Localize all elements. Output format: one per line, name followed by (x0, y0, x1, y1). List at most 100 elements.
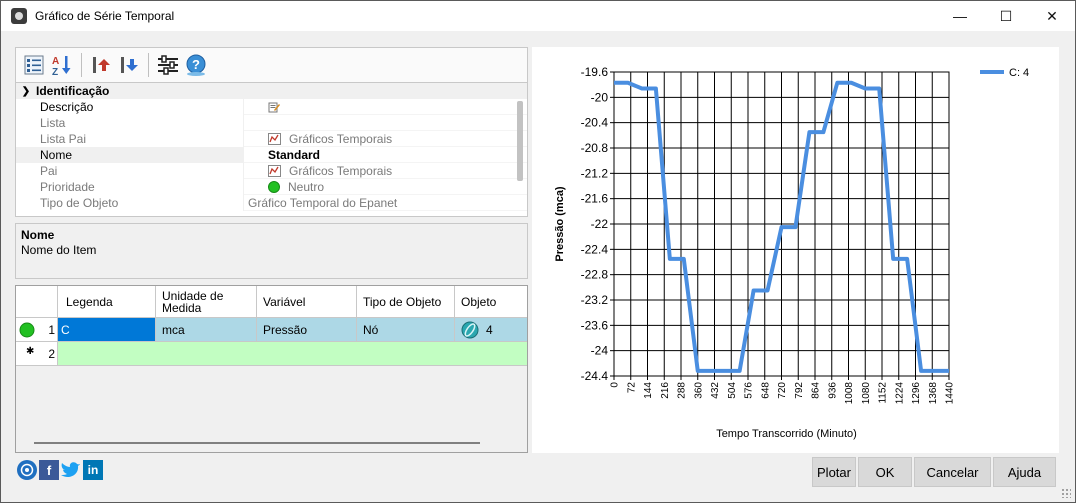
linkedin-icon[interactable]: in (83, 460, 103, 480)
x-tick-label: 504 (727, 382, 738, 399)
facebook-icon[interactable]: f (39, 460, 59, 480)
x-axis-label: Tempo Transcorrido (Minuto) (716, 428, 857, 440)
x-tick-label: 1008 (844, 382, 855, 405)
cell-unidade[interactable] (156, 342, 257, 365)
object-id: 4 (486, 322, 493, 337)
property-grid: ❯ Identificação Descrição Lista Lista Pa… (15, 83, 528, 217)
category-label: Identificação (36, 84, 110, 98)
edit-document-icon[interactable] (268, 101, 280, 113)
property-row-descricao[interactable]: Descrição (16, 99, 527, 115)
x-tick-label: 1368 (928, 382, 939, 405)
toolbar-separator (148, 53, 149, 77)
x-tick-label: 1152 (878, 382, 889, 404)
property-value[interactable]: Neutro (244, 179, 527, 195)
chevron-down-icon[interactable]: ❯ (16, 86, 36, 97)
cell-legenda[interactable] (58, 342, 156, 365)
close-button[interactable]: ✕ (1029, 1, 1075, 31)
cell-tipo-objeto[interactable]: Nó (357, 318, 455, 341)
property-value[interactable]: Standard (244, 147, 527, 163)
header-tipo-objeto[interactable]: Tipo de Objeto (357, 286, 455, 317)
y-axis-label: Pressão (mca) (554, 186, 566, 262)
row-header[interactable]: 1 (16, 318, 58, 341)
x-tick-label: 432 (710, 382, 721, 399)
website-icon[interactable] (17, 460, 37, 480)
minimize-button[interactable]: — (937, 1, 983, 31)
y-tick-label: -24 (591, 344, 609, 358)
categorized-icon[interactable] (22, 53, 46, 77)
y-tick-label: -22.4 (581, 242, 609, 256)
left-panel: A Z ? ❯ Identificação Descrição Lista Li… (15, 47, 528, 453)
properties-sliders-icon[interactable] (156, 53, 180, 77)
property-value-text: Gráficos Temporais (289, 131, 393, 146)
new-row-icon: ✱ (26, 346, 35, 357)
grid-horizontal-scrollbar[interactable] (34, 442, 480, 444)
move-up-icon[interactable] (89, 53, 113, 77)
time-chart-icon (268, 164, 281, 177)
resize-grip[interactable] (1061, 488, 1071, 498)
property-value-text: Neutro (288, 179, 325, 194)
x-tick-label: 216 (660, 382, 671, 399)
chart-panel: 0 72 144 216 288 360 432 504 576 648 720 792 864 936 1… (532, 47, 1059, 453)
property-value[interactable]: Gráficos Temporais (244, 131, 527, 147)
y-tick-label: -21.6 (581, 192, 609, 206)
x-tick-label: 1440 (945, 382, 956, 405)
y-tick-label: -20 (591, 90, 609, 104)
maximize-button[interactable]: ☐ (983, 1, 1029, 31)
cell-tipo-objeto[interactable] (357, 342, 455, 365)
property-name: Pai (16, 163, 244, 179)
cell-unidade[interactable]: mca (156, 318, 257, 341)
cell-legenda[interactable]: C (58, 318, 156, 341)
x-tick-label: 792 (794, 382, 805, 399)
header-variavel[interactable]: Variável (257, 286, 357, 317)
cell-variavel[interactable] (257, 342, 357, 365)
property-name: Tipo de Objeto (16, 195, 244, 211)
property-row-lista-pai[interactable]: Lista Pai Gráficos Temporais (16, 131, 527, 147)
property-value[interactable]: Gráfico Temporal do Epanet (244, 195, 527, 211)
header-unidade[interactable]: Unidade de Medida (156, 286, 257, 317)
cell-objeto[interactable] (455, 342, 527, 365)
property-row-nome[interactable]: Nome Standard (16, 147, 527, 163)
x-tick-label: 1224 (894, 382, 905, 405)
property-name: Lista (16, 115, 244, 131)
x-tick-label: 72 (626, 382, 637, 394)
property-row-tipo-objeto[interactable]: Tipo de Objeto Gráfico Temporal do Epane… (16, 195, 527, 211)
header-objeto[interactable]: Objeto (455, 286, 527, 317)
move-down-icon[interactable] (117, 53, 141, 77)
cancel-button[interactable]: Cancelar (914, 457, 991, 487)
help-button[interactable]: Ajuda (993, 457, 1056, 487)
property-row-pai[interactable]: Pai Gráficos Temporais (16, 163, 527, 179)
property-grid-scrollbar[interactable] (517, 101, 523, 181)
x-tick-label: 144 (643, 382, 654, 399)
x-tick-label: 648 (760, 382, 771, 399)
node-object-icon (461, 321, 479, 338)
sort-az-icon[interactable]: A Z (50, 53, 74, 77)
property-row-lista[interactable]: Lista (16, 115, 527, 131)
description-text: Nome do Item (21, 243, 97, 257)
cell-objeto[interactable]: 4 (455, 318, 527, 341)
property-value[interactable]: Gráficos Temporais (244, 163, 527, 179)
ok-button[interactable]: OK (858, 457, 912, 487)
property-value[interactable] (244, 115, 527, 131)
x-tick-label: 936 (827, 382, 838, 399)
property-row-prioridade[interactable]: Prioridade Neutro (16, 179, 527, 195)
table-row-new[interactable]: ✱ 2 (16, 342, 527, 366)
y-tick-label: -24.4 (581, 369, 609, 383)
description-title: Nome (21, 228, 55, 242)
help-icon[interactable]: ? (184, 53, 208, 77)
row-header[interactable]: ✱ 2 (16, 342, 58, 365)
table-row[interactable]: 1 C mca Pressão Nó 4 (16, 318, 527, 342)
y-tick-label: -21.2 (581, 166, 609, 180)
y-tick-label: -20.4 (581, 116, 609, 130)
category-identificacao[interactable]: ❯ Identificação (16, 83, 527, 99)
grid-corner (16, 286, 58, 317)
dialog-window: Gráfico de Série Temporal — ☐ ✕ A Z ? ❯ … (0, 0, 1076, 503)
property-name: Prioridade (16, 179, 244, 195)
x-tick-label: 360 (693, 382, 704, 399)
twitter-icon[interactable] (61, 460, 81, 480)
property-value[interactable] (244, 99, 527, 115)
cell-variavel[interactable]: Pressão (257, 318, 357, 341)
description-panel: Nome Nome do Item (15, 223, 528, 279)
series-grid: Legenda Unidade de Medida Variável Tipo … (15, 285, 528, 453)
header-legenda[interactable]: Legenda (58, 286, 156, 317)
plot-button[interactable]: Plotar (812, 457, 856, 487)
